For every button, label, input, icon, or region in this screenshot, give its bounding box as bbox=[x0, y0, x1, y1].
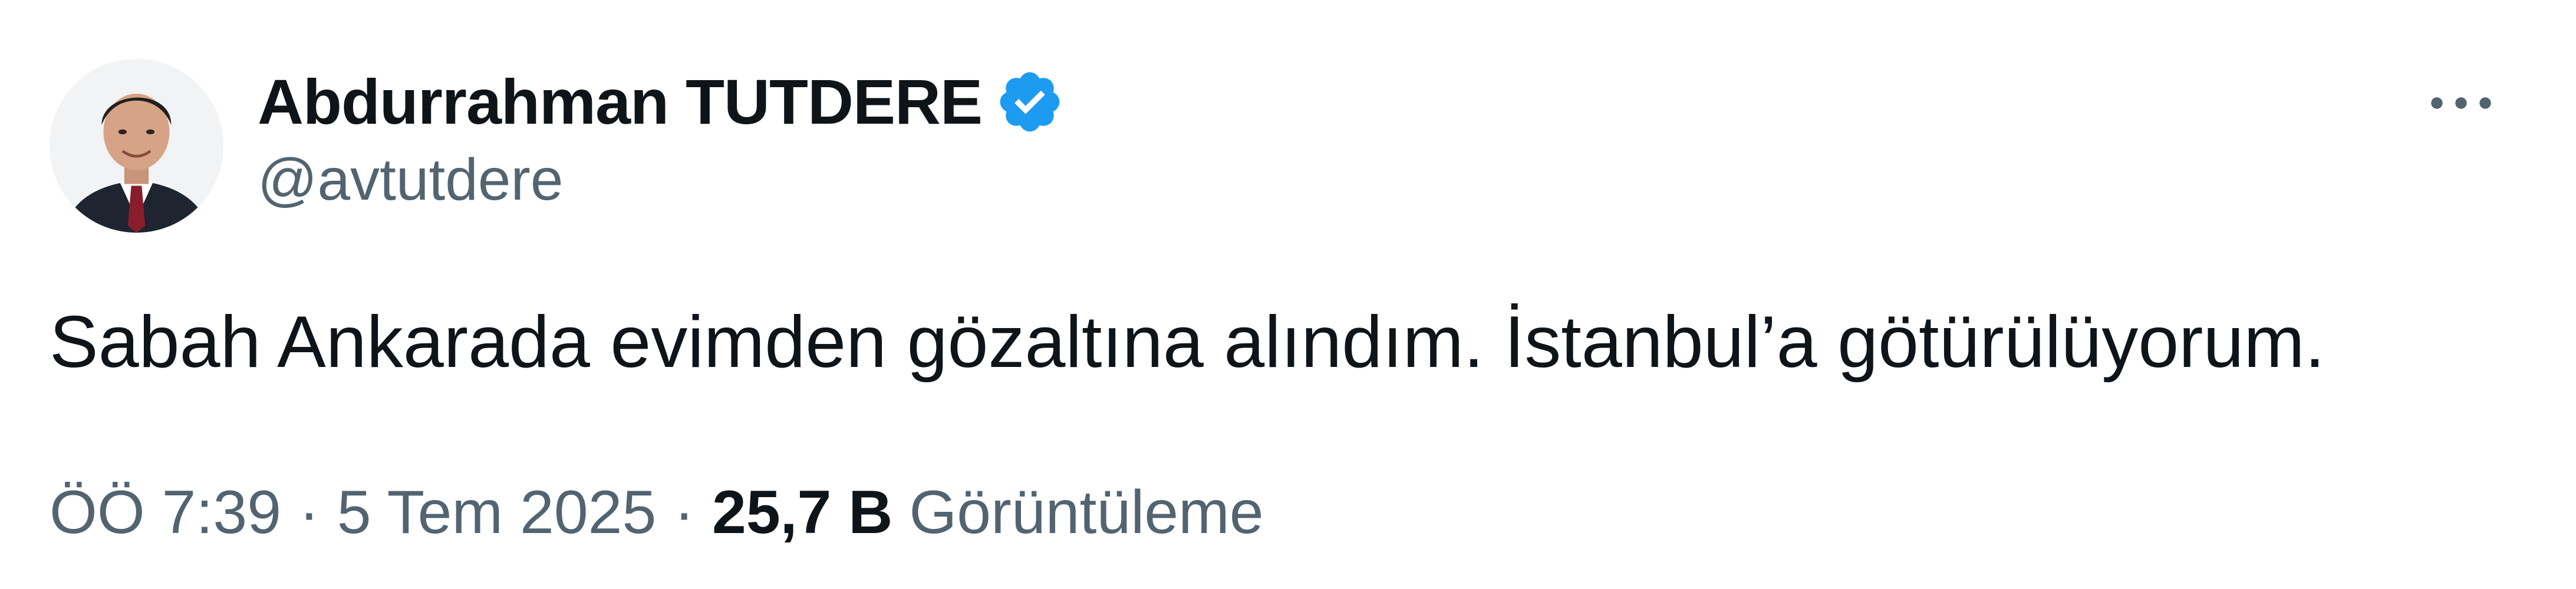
avatar[interactable] bbox=[50, 59, 223, 233]
display-name[interactable]: Abdurrahman TUTDERE bbox=[258, 70, 983, 134]
tweet-card: Abdurrahman TUTDERE @avtutdere Sabah Ank… bbox=[0, 0, 2576, 589]
more-horizontal-icon bbox=[2431, 97, 2491, 109]
author-handle[interactable]: @avtutdere bbox=[258, 150, 563, 209]
meta-separator: · bbox=[299, 478, 319, 547]
tweet-text: Sabah Ankarada evimden gözaltına alındım… bbox=[50, 302, 2325, 383]
more-options-button[interactable] bbox=[2417, 71, 2505, 135]
author-name-row: Abdurrahman TUTDERE bbox=[258, 64, 1065, 140]
views-count[interactable]: 25,7 B bbox=[712, 476, 892, 550]
verified-badge-icon[interactable] bbox=[995, 67, 1065, 137]
views-label[interactable]: Görüntüleme bbox=[909, 476, 1263, 550]
meta-separator: · bbox=[674, 478, 694, 547]
tweet-date[interactable]: 5 Tem 2025 bbox=[337, 476, 657, 550]
avatar-portrait-icon bbox=[50, 59, 223, 233]
tweet-meta: ÖÖ 7:39 · 5 Tem 2025 · 25,7 B Görüntülem… bbox=[50, 476, 1264, 550]
tweet-time[interactable]: ÖÖ 7:39 bbox=[50, 476, 281, 550]
